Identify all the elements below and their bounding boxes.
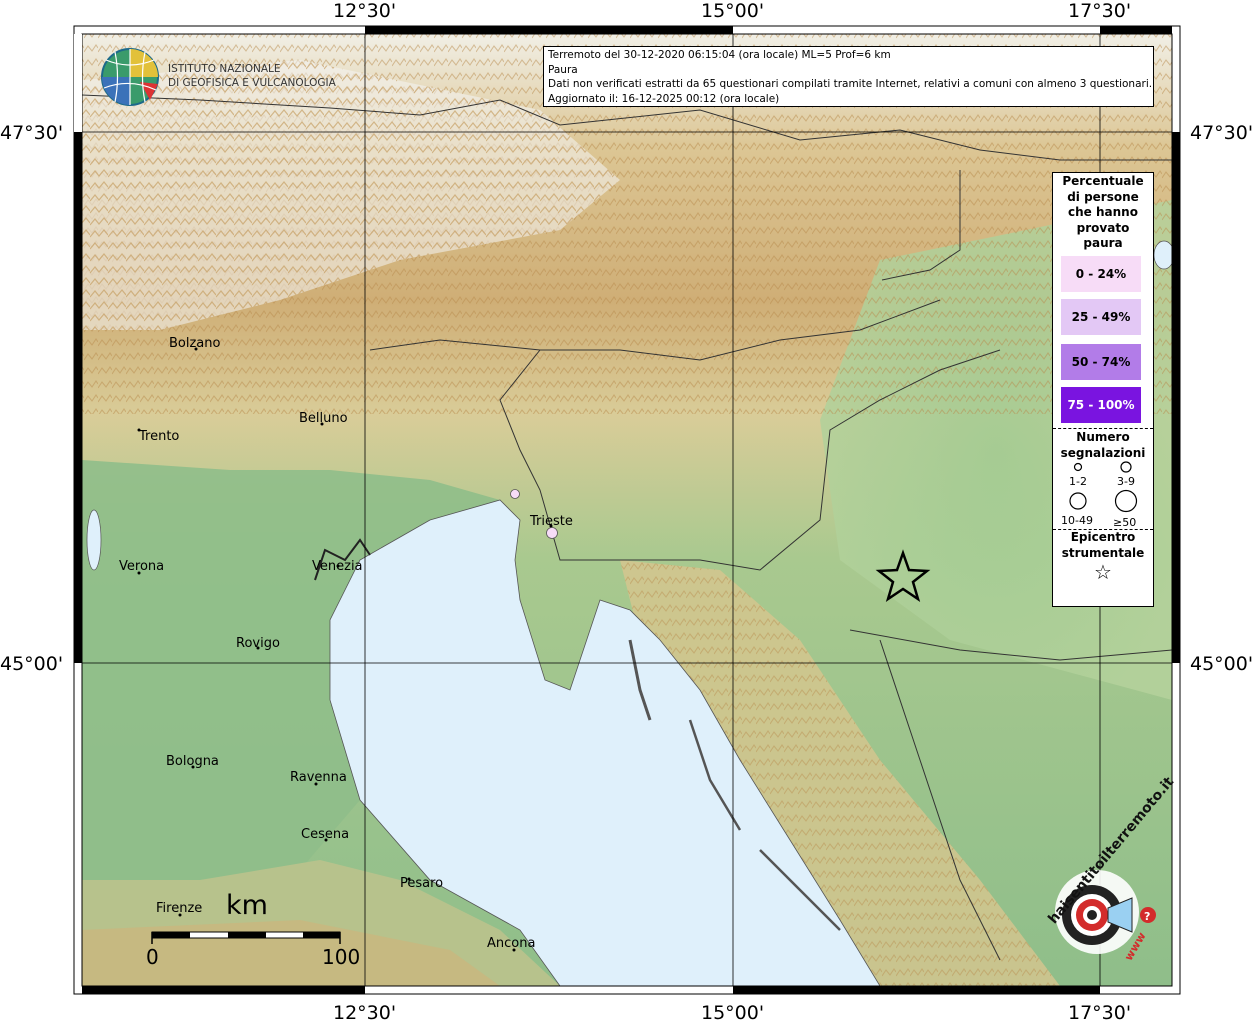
count-symbol-xlarge bbox=[1114, 489, 1138, 513]
city-firenze: Firenze bbox=[156, 901, 202, 917]
ingv-logo-icon bbox=[101, 48, 159, 106]
svg-text:Trieste: Trieste bbox=[529, 514, 573, 529]
report-point[interactable] bbox=[546, 527, 558, 539]
lat-label-left-2: 45°00' bbox=[0, 653, 64, 675]
lat-label-left-1: 47°30' bbox=[0, 122, 64, 144]
svg-text:Venezia: Venezia bbox=[312, 559, 363, 574]
count-symbol-small bbox=[1073, 462, 1083, 472]
scale-end: 100 bbox=[322, 945, 361, 969]
city-venezia: Venezia bbox=[312, 559, 363, 574]
city-belluno: Belluno bbox=[299, 411, 348, 426]
lon-label-top-2: 15°00' bbox=[701, 0, 765, 22]
ingv-logo-text: ISTITUTO NAZIONALE DI GEOFISICA E VULCAN… bbox=[168, 62, 336, 90]
epicenter-legend-star-icon: ☆ bbox=[1094, 560, 1112, 584]
lat-label-right-2: 45°00' bbox=[1190, 653, 1254, 675]
city-cesena: Cesena bbox=[301, 827, 349, 842]
logo-line-2: DI GEOFISICA E VULCANOLOGIA bbox=[168, 77, 336, 89]
lon-label-bottom-1: 12°30' bbox=[333, 1002, 397, 1024]
count-label-50: ≥50 bbox=[1113, 516, 1137, 529]
count-label-3-9: 3-9 bbox=[1117, 475, 1135, 488]
svg-text:Bologna: Bologna bbox=[166, 754, 219, 769]
svg-text:Bolzano: Bolzano bbox=[169, 336, 221, 351]
svg-text:Firenze: Firenze bbox=[156, 901, 202, 916]
svg-text:Verona: Verona bbox=[119, 559, 164, 574]
map-parameter: Paura bbox=[548, 63, 578, 76]
svg-text:Rovigo: Rovigo bbox=[236, 636, 280, 651]
count-symbol-medium bbox=[1120, 461, 1132, 473]
legend-epicenter-title: Epicentro strumentale bbox=[1053, 530, 1153, 561]
lake-garda bbox=[86, 509, 102, 571]
city-rovigo: Rovigo bbox=[236, 636, 280, 651]
legend-panel: Percentuale di persone che hanno provato… bbox=[1052, 172, 1154, 607]
city-ravenna: Ravenna bbox=[290, 770, 347, 786]
svg-text:Ravenna: Ravenna bbox=[290, 770, 347, 785]
lon-label-top-1: 12°30' bbox=[333, 0, 397, 22]
svg-text:Trento: Trento bbox=[138, 429, 179, 444]
svg-text:?: ? bbox=[1144, 910, 1150, 923]
logo-line-1: ISTITUTO NAZIONALE bbox=[168, 63, 281, 75]
svg-text:Ancona: Ancona bbox=[487, 936, 535, 951]
scale-unit: km bbox=[226, 890, 268, 921]
count-label-10-49: 10-49 bbox=[1061, 514, 1093, 527]
lon-label-top-3: 17°30' bbox=[1068, 0, 1132, 22]
event-title: Terremoto del 30-12-2020 06:15:04 (ora l… bbox=[548, 49, 891, 61]
city-trieste: Trieste bbox=[529, 514, 573, 529]
lake-balaton bbox=[1153, 240, 1172, 270]
updated-date: Aggiornato il: 16-12-2025 00:12 (ora loc… bbox=[548, 92, 780, 105]
lon-label-bottom-3: 17°30' bbox=[1068, 1002, 1132, 1024]
count-label-1-2: 1-2 bbox=[1069, 475, 1087, 488]
lat-label-right-1: 47°30' bbox=[1190, 122, 1254, 144]
lon-label-bottom-2: 15°00' bbox=[701, 1002, 765, 1024]
city-verona: Verona bbox=[119, 559, 164, 575]
svg-text:Belluno: Belluno bbox=[299, 411, 348, 426]
legend-epi-title-line: strumentale bbox=[1061, 545, 1145, 560]
city-bologna: Bologna bbox=[166, 754, 219, 769]
city-pesaro: Pesaro bbox=[400, 876, 443, 891]
legend-epi-title-line: Epicentro bbox=[1070, 530, 1136, 544]
svg-text:Cesena: Cesena bbox=[301, 827, 349, 842]
scale-start: 0 bbox=[146, 945, 159, 969]
count-symbol-large bbox=[1069, 492, 1087, 510]
city-bolzano: Bolzano bbox=[169, 336, 221, 351]
event-info-box: Terremoto del 30-12-2020 06:15:04 (ora l… bbox=[543, 46, 1154, 107]
city-trento: Trento bbox=[137, 428, 179, 444]
data-note: Dati non verificati estratti da 65 quest… bbox=[548, 78, 1153, 91]
city-ancona: Ancona bbox=[487, 936, 535, 952]
svg-text:Pesaro: Pesaro bbox=[400, 876, 443, 891]
report-point[interactable] bbox=[510, 489, 520, 499]
